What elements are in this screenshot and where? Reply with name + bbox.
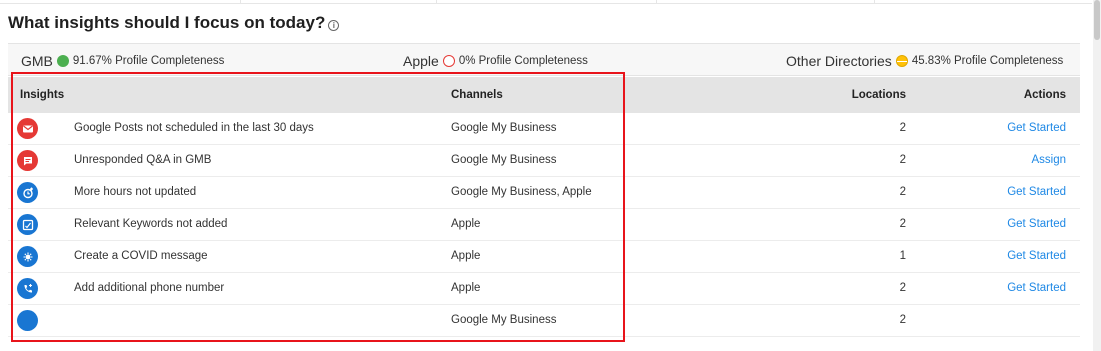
insight-text: More hours not updated (74, 186, 197, 198)
channel-text: Google My Business, Apple (451, 186, 592, 198)
chat-icon (17, 150, 38, 171)
insight-text: Unresponded Q&A in GMB (74, 154, 212, 166)
table-row[interactable]: Add additional phone number Apple 2 Get … (8, 273, 1080, 305)
channel-text: Apple (451, 282, 481, 294)
assign-link[interactable]: Assign (1031, 145, 1066, 176)
completeness-text: 0% Profile Completeness (458, 54, 588, 67)
completeness-text: 45.83% Profile Completeness (911, 54, 1064, 67)
location-count: 2 (899, 154, 906, 166)
get-started-link[interactable]: Get Started (1007, 241, 1066, 272)
directory-name: Apple (403, 52, 439, 69)
insight-text: Relevant Keywords not added (74, 218, 228, 230)
blank-icon (17, 310, 38, 331)
status-dot-icon (56, 54, 69, 67)
insight-text: Create a COVID message (74, 250, 208, 262)
channel-text: Google My Business (451, 314, 557, 326)
channel-text: Apple (451, 250, 481, 262)
virus-icon (17, 246, 38, 267)
get-started-link[interactable]: Get Started (1007, 209, 1066, 240)
get-started-link[interactable]: Get Started (1007, 273, 1066, 304)
header-insights[interactable]: Insights (20, 77, 64, 113)
header-locations[interactable]: Locations (852, 77, 906, 113)
clock-add-icon (17, 182, 38, 203)
status-half-icon (895, 54, 908, 67)
keyword-icon (17, 214, 38, 235)
profile-completeness-bar: GMB 91.67% Profile Completeness Apple 0%… (8, 43, 1080, 76)
completeness-other-directories: Other Directories 45.83% Profile Complet… (786, 44, 1063, 77)
get-started-link[interactable]: Get Started (1007, 113, 1066, 144)
location-count: 2 (899, 282, 906, 294)
location-count: 2 (899, 218, 906, 230)
header-actions: Actions (1023, 89, 1066, 101)
mail-icon (17, 118, 38, 139)
page-title: What insights should I focus on today? (8, 13, 326, 32)
header-channels[interactable]: Channels (451, 77, 503, 113)
channel-text: Apple (451, 218, 481, 230)
completeness-apple: Apple 0% Profile Completeness (403, 44, 588, 77)
top-tab-divider (0, 0, 1092, 4)
location-count: 2 (899, 186, 906, 198)
table-row[interactable]: Google My Business 2 (8, 305, 1080, 337)
status-ring-icon (442, 54, 455, 67)
vertical-scrollbar[interactable] (1093, 0, 1101, 351)
location-count: 2 (899, 122, 906, 134)
location-count: 1 (899, 250, 906, 262)
phone-add-icon (17, 278, 38, 299)
channel-text: Google My Business (451, 154, 557, 166)
get-started-link[interactable]: Get Started (1007, 177, 1066, 208)
info-icon[interactable]: i (328, 19, 340, 31)
table-row[interactable]: Unresponded Q&A in GMB Google My Busines… (8, 145, 1080, 177)
insight-text: Google Posts not scheduled in the last 3… (74, 122, 314, 134)
insights-heading: What insights should I focus on today? i (8, 12, 340, 34)
table-row[interactable]: Create a COVID message Apple 1 Get Start… (8, 241, 1080, 273)
insights-table: Insights Channels Locations Actions Goog… (8, 77, 1080, 337)
table-row[interactable]: More hours not updated Google My Busines… (8, 177, 1080, 209)
location-count: 2 (899, 314, 906, 326)
directory-name: GMB (21, 52, 53, 69)
scrollbar-thumb[interactable] (1094, 0, 1100, 40)
table-header: Insights Channels Locations Actions (8, 77, 1080, 113)
channel-text: Google My Business (451, 122, 557, 134)
completeness-text: 91.67% Profile Completeness (72, 54, 225, 67)
completeness-gmb: GMB 91.67% Profile Completeness (21, 44, 224, 77)
directory-name: Other Directories (786, 52, 892, 69)
table-row[interactable]: Relevant Keywords not added Apple 2 Get … (8, 209, 1080, 241)
insight-text: Add additional phone number (74, 282, 225, 294)
table-row[interactable]: Google Posts not scheduled in the last 3… (8, 113, 1080, 145)
